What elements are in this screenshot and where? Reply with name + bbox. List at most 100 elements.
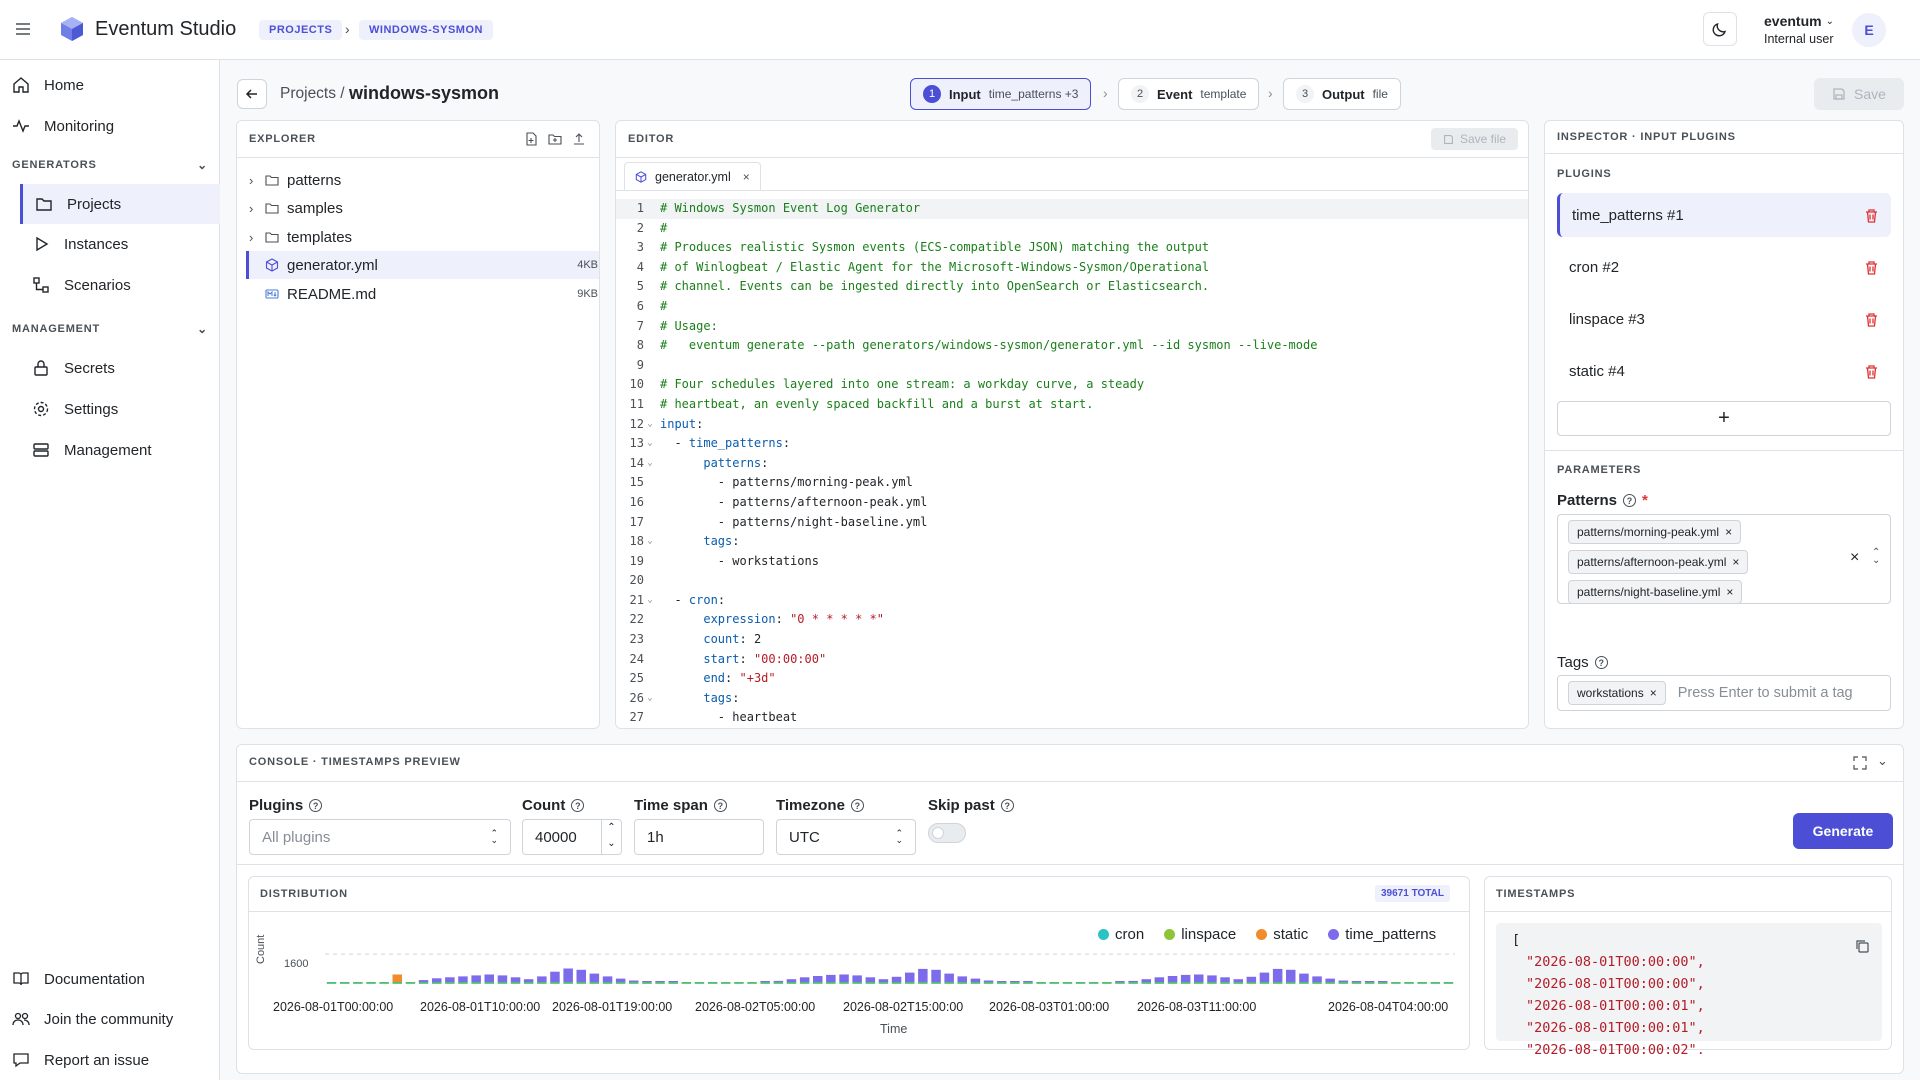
bar-linspace[interactable] xyxy=(1404,983,1414,984)
bar-linspace[interactable] xyxy=(340,983,350,984)
bar-time_patterns[interactable] xyxy=(510,977,521,982)
bar-linspace[interactable] xyxy=(852,983,862,984)
bar-cron[interactable] xyxy=(484,982,495,983)
step-output[interactable]: 3 Output file xyxy=(1283,78,1401,110)
step-event[interactable]: 2 Event template xyxy=(1118,78,1260,110)
sidebar-item-documentation[interactable]: Documentation xyxy=(12,964,145,994)
plugins-select[interactable]: All plugins ⌃ ⌄ xyxy=(249,819,511,855)
bar-cron[interactable] xyxy=(1233,982,1244,983)
sidebar-item-scenarios[interactable]: Scenarios xyxy=(20,265,220,305)
bar-cron[interactable] xyxy=(734,982,744,983)
copy-icon[interactable] xyxy=(1855,939,1870,954)
bar-linspace[interactable] xyxy=(458,983,468,984)
bar-cron[interactable] xyxy=(1338,982,1349,983)
sidebar-item-report[interactable]: Report an issue xyxy=(12,1045,149,1075)
bar-time_patterns[interactable] xyxy=(773,980,784,982)
bar-cron[interactable] xyxy=(589,982,600,983)
bar-cron[interactable] xyxy=(1194,982,1204,983)
bar-time_patterns[interactable] xyxy=(957,976,968,982)
help-icon[interactable]: ? xyxy=(1594,656,1608,669)
bar-cron[interactable] xyxy=(799,982,810,983)
fold-chevron-icon[interactable]: ⌄ xyxy=(644,591,656,611)
bar-cron[interactable] xyxy=(366,982,376,983)
sidebar-item-projects[interactable]: Projects xyxy=(20,184,220,224)
bar-time_patterns[interactable] xyxy=(839,974,849,983)
bar-time_patterns[interactable] xyxy=(1378,981,1388,982)
upload-icon[interactable] xyxy=(572,132,586,146)
bar-cron[interactable] xyxy=(418,982,429,983)
bar-linspace[interactable] xyxy=(826,983,836,984)
chevron-down-icon[interactable]: ⌄ xyxy=(1877,753,1888,769)
bar-cron[interactable] xyxy=(563,982,573,983)
fold-chevron-icon[interactable]: ⌄ xyxy=(644,434,656,454)
bar-cron[interactable] xyxy=(379,982,389,983)
bar-time_patterns[interactable] xyxy=(1299,973,1309,982)
bar-cron[interactable] xyxy=(340,982,350,983)
bar-cron[interactable] xyxy=(865,982,876,983)
bar-linspace[interactable] xyxy=(747,983,757,984)
bar-time_patterns[interactable] xyxy=(865,977,876,982)
trash-icon[interactable] xyxy=(1864,364,1879,379)
bar-time_patterns[interactable] xyxy=(931,969,941,982)
bar-static[interactable] xyxy=(392,974,403,983)
sidebar-item-monitoring[interactable]: Monitoring xyxy=(12,111,114,141)
bar-cron[interactable] xyxy=(786,982,797,983)
bar-cron[interactable] xyxy=(747,982,757,983)
bar-time_patterns[interactable] xyxy=(497,975,508,982)
bar-time_patterns[interactable] xyxy=(970,978,981,982)
bar-linspace[interactable] xyxy=(366,983,376,984)
bar-time_patterns[interactable] xyxy=(1351,981,1362,982)
bar-time_patterns[interactable] xyxy=(918,968,928,982)
bar-cron[interactable] xyxy=(852,982,862,983)
bar-time_patterns[interactable] xyxy=(445,977,455,982)
sidebar-item-instances[interactable]: Instances xyxy=(20,224,220,264)
bar-linspace[interactable] xyxy=(1286,983,1296,984)
bar-linspace[interactable] xyxy=(1272,983,1283,984)
page-breadcrumb-root[interactable]: Projects / xyxy=(280,85,345,103)
bar-time_patterns[interactable] xyxy=(1128,980,1138,982)
bar-cron[interactable] xyxy=(642,982,652,983)
sidebar-item-community[interactable]: Join the community xyxy=(12,1004,173,1034)
bar-cron[interactable] xyxy=(471,982,481,983)
generate-button[interactable]: Generate xyxy=(1793,813,1893,849)
bar-time_patterns[interactable] xyxy=(1010,981,1020,982)
bar-linspace[interactable] xyxy=(432,983,442,984)
bar-cron[interactable] xyxy=(602,982,613,983)
bar-linspace[interactable] xyxy=(1443,983,1454,984)
bar-time_patterns[interactable] xyxy=(1023,981,1033,982)
fold-chevron-icon[interactable]: ⌄ xyxy=(644,415,656,435)
bar-linspace[interactable] xyxy=(563,983,573,984)
legend-item-static[interactable]: static xyxy=(1256,926,1308,943)
bar-time_patterns[interactable] xyxy=(537,976,547,982)
bar-linspace[interactable] xyxy=(392,983,403,984)
bar-linspace[interactable] xyxy=(878,983,889,984)
tree-item-folder[interactable]: › patterns xyxy=(249,166,599,194)
bar-linspace[interactable] xyxy=(918,983,928,984)
bar-time_patterns[interactable] xyxy=(905,972,915,982)
bar-cron[interactable] xyxy=(931,982,941,983)
bar-linspace[interactable] xyxy=(1351,983,1362,984)
bar-linspace[interactable] xyxy=(497,983,508,984)
bar-time_patterns[interactable] xyxy=(944,973,954,982)
bar-time_patterns[interactable] xyxy=(550,971,560,982)
fold-chevron-icon[interactable]: ⌄ xyxy=(644,689,656,709)
bar-linspace[interactable] xyxy=(379,983,389,984)
bar-linspace[interactable] xyxy=(970,983,981,984)
bar-linspace[interactable] xyxy=(1312,983,1322,984)
bar-time_patterns[interactable] xyxy=(1194,974,1204,983)
theme-toggle-button[interactable] xyxy=(1703,12,1737,46)
tree-item-folder[interactable]: › templates xyxy=(249,223,599,251)
bar-linspace[interactable] xyxy=(353,983,363,984)
sidebar-item-home[interactable]: Home xyxy=(12,70,84,100)
bar-time_patterns[interactable] xyxy=(1272,968,1283,982)
bar-time_patterns[interactable] xyxy=(1167,976,1178,982)
bar-linspace[interactable] xyxy=(615,983,626,984)
bar-linspace[interactable] xyxy=(773,983,784,984)
bar-linspace[interactable] xyxy=(1417,983,1427,984)
bar-cron[interactable] xyxy=(432,982,442,983)
bar-time_patterns[interactable] xyxy=(668,981,679,982)
bar-linspace[interactable] xyxy=(1220,983,1230,984)
help-icon[interactable]: ? xyxy=(1623,494,1637,507)
bar-cron[interactable] xyxy=(760,982,770,983)
bar-cron[interactable] xyxy=(405,982,416,983)
